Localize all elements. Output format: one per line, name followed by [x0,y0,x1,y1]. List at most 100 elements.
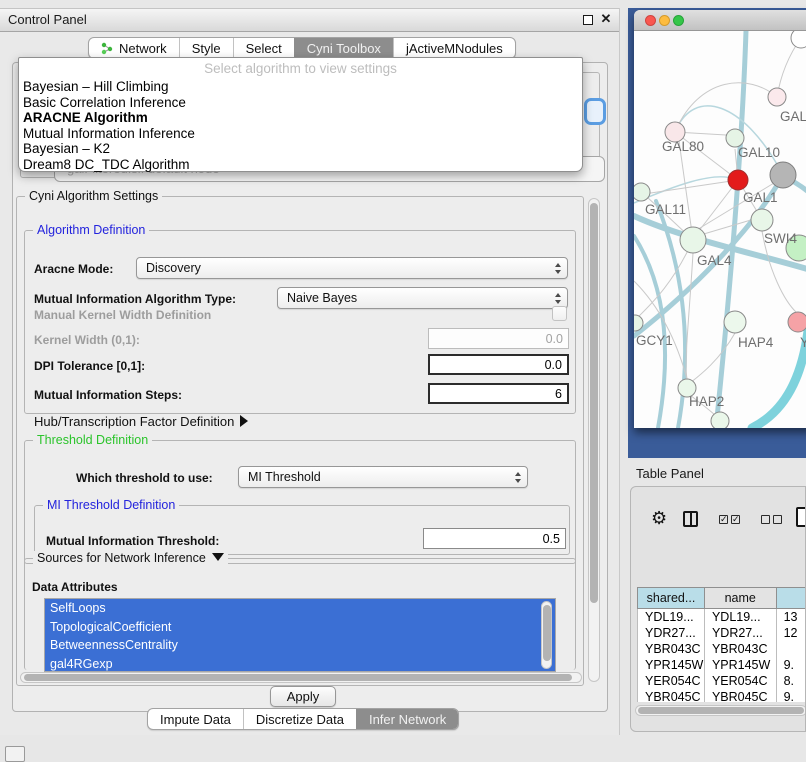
table-cell: YBR043C [704,641,776,657]
attributes-list-scrollbar[interactable] [541,601,552,669]
tab-infer-network[interactable]: Infer Network [356,709,458,729]
node-gal1[interactable] [751,209,773,231]
zoom-traffic-light-icon[interactable] [673,15,684,26]
data-attributes-list: SelfLoopsTopologicalCoefficientBetweenne… [44,598,556,672]
dropdown-item[interactable]: Bayesian – K2 [19,141,582,157]
mi-type-combo[interactable]: Naive Bayes [277,287,568,309]
checked-pair-icon[interactable] [719,515,740,524]
settings-scrollbar[interactable] [588,198,600,682]
table-row[interactable]: YPR145WYPR145W9. [638,657,806,673]
node-label: GAL80 [662,139,704,154]
table-row[interactable]: YBR045CYBR045C9. [638,689,806,703]
aracne-mode-combo[interactable]: Discovery [136,257,568,279]
table-panel: shared...name YDL19...YDL19...13YDR27...… [630,486,806,732]
table-row[interactable]: YBR043CYBR043C [638,641,806,657]
tab-jactivemnodules[interactable]: jActiveMNodules [393,38,515,58]
which-threshold-combo[interactable]: MI Threshold [238,466,528,488]
tab-cyni-toolbox[interactable]: Cyni Toolbox [294,38,393,58]
mi-steps-field[interactable] [428,383,569,404]
node-label: SWI4 [764,231,797,246]
table-cell: YBR043C [638,641,705,657]
network-tab-icon [101,42,114,55]
dpi-tolerance-field[interactable] [428,354,569,375]
unchecked-pair-icon[interactable] [761,515,782,524]
document-icon[interactable] [796,507,806,527]
table-cell: YER054C [638,673,705,689]
node-partial-top[interactable] [791,31,806,48]
settings-h-scrollbar[interactable] [20,672,582,683]
dropdown-item[interactable]: Basic Correlation Inference [19,95,582,111]
mi-threshold-label: Mutual Information Threshold: [46,534,219,548]
node-gal10-gray[interactable] [770,162,796,188]
table-clip: shared...name YDL19...YDL19...13YDR27...… [634,537,806,702]
attribute-list-item[interactable]: gal4RGexp [45,655,555,673]
dropdown-item[interactable]: Mutual Information Inference [19,126,582,142]
node-y-partial[interactable] [788,312,806,332]
table-h-scrollbar[interactable] [635,705,806,716]
table-cell [776,641,806,657]
attribute-list-item[interactable]: SelfLoops [45,599,555,618]
table-row[interactable]: YDR27...YDR27...12 [638,625,806,641]
attribute-list-item[interactable]: TopologicalCoefficient [45,618,555,637]
kernel-width-field[interactable] [428,328,569,349]
node-label: Y [800,335,806,350]
table-cell: 9. [776,689,806,703]
minimized-panel-icon[interactable] [5,746,25,762]
stepper-arrows-icon [555,261,561,275]
manual-kernel-checkbox[interactable] [552,306,567,321]
network-window-titlebar[interactable] [634,10,806,31]
dropdown-item[interactable]: Dream8 DC_TDC Algorithm [19,157,582,173]
dropdown-item[interactable]: ARACNE Algorithm [19,110,582,126]
manual-kernel-label: Manual Kernel Width Definition [34,308,211,322]
table-cell: YBR045C [704,689,776,703]
gear-icon[interactable] [651,509,667,527]
node-gal4[interactable] [680,227,706,253]
bottom-tabs: Impute Data Discretize Data Infer Networ… [147,708,459,730]
node-table[interactable]: shared...name YDL19...YDL19...13YDR27...… [637,587,806,702]
close-icon[interactable] [599,11,613,27]
node-label: GAL [780,109,806,124]
tab-select[interactable]: Select [233,38,294,58]
hub-section-toggle[interactable]: Hub/Transcription Factor Definition [34,414,248,429]
tab-network[interactable]: Network [89,38,179,58]
minimize-traffic-light-icon[interactable] [659,15,670,26]
dropdown-item[interactable]: Bayesian – Hill Climbing [19,79,582,95]
tab-style[interactable]: Style [179,38,233,58]
node-hap4[interactable] [724,311,746,333]
table-cell: 9. [776,657,806,673]
table-panel-title: Table Panel [636,466,704,481]
table-body: YDL19...YDL19...13YDR27...YDR27...12YBR0… [638,609,806,703]
float-icon[interactable] [583,15,593,25]
column-header[interactable] [776,588,806,609]
control-panel: Control Panel Network Style Select Cyni … [0,8,620,735]
column-header[interactable]: shared... [638,588,705,609]
stepper-arrows-icon [515,470,521,484]
tab-discretize-data[interactable]: Discretize Data [243,709,356,729]
columns-icon[interactable] [683,511,698,527]
node-label: GCY1 [636,333,673,348]
tab-impute-data[interactable]: Impute Data [148,709,243,729]
table-cell: YER054C [704,673,776,689]
table-row[interactable]: YER054CYER054C8. [638,673,806,689]
node-gal11[interactable] [634,183,650,201]
algorithm-definition-title: Algorithm Definition [33,223,149,237]
mi-threshold-title: MI Threshold Definition [43,498,179,512]
sources-title[interactable]: Sources for Network Inference [33,551,228,565]
network-canvas[interactable]: GAL GAL80 GAL10 GAL11 GAL1 GAL4 SWI4 GCY… [634,31,806,428]
mi-steps-label: Mutual Information Steps: [34,388,182,402]
node-gal-partial[interactable] [768,88,786,106]
node-partial-bottom[interactable] [711,412,729,428]
close-traffic-light-icon[interactable] [645,15,656,26]
dropdown-items: Bayesian – Hill ClimbingBasic Correlatio… [19,79,582,173]
table-cell: YPR145W [704,657,776,673]
table-row[interactable]: YDL19...YDL19...13 [638,609,806,625]
mi-threshold-field[interactable] [423,528,566,549]
node-red-selected[interactable] [728,170,748,190]
data-attributes-label: Data Attributes [32,580,118,594]
apply-button[interactable]: Apply [270,686,336,707]
attribute-list-item[interactable]: BetweennessCentrality [45,636,555,655]
collapsed-arrow-icon [240,415,248,427]
column-header[interactable]: name [704,588,776,609]
table-cell: YPR145W [638,657,705,673]
focused-combo-fragment[interactable] [584,98,606,125]
